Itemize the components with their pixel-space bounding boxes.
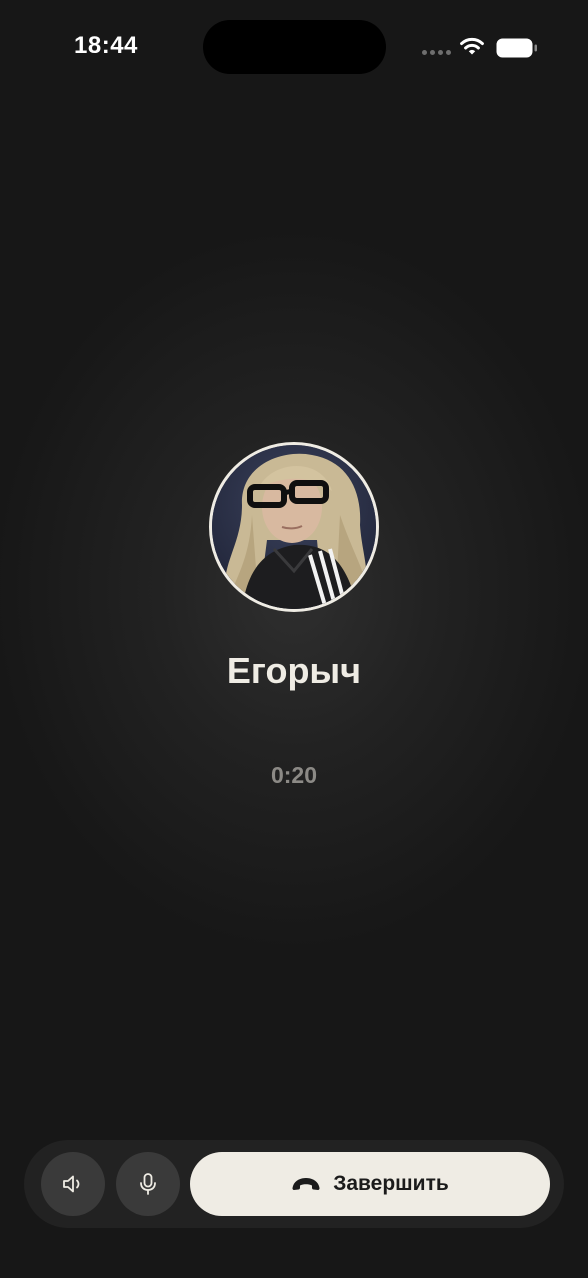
call-screen: 18:44 Егорыч 0:20 Завершить <box>0 0 588 1278</box>
end-call-button[interactable]: Завершить <box>190 1152 550 1216</box>
status-bar: 18:44 <box>0 0 588 96</box>
microphone-button[interactable] <box>116 1152 180 1216</box>
call-duration: 0:20 <box>270 762 318 788</box>
end-call-label: Завершить <box>333 1172 449 1195</box>
microphone-icon <box>140 1173 156 1195</box>
contact-name: Егорыч <box>226 650 362 691</box>
wifi-icon <box>460 37 484 55</box>
phone-hangup-icon <box>292 1178 320 1190</box>
battery-icon <box>496 38 537 58</box>
call-controls-bar: Завершить <box>24 1140 564 1228</box>
contact-avatar <box>209 442 379 612</box>
speaker-icon <box>63 1175 80 1193</box>
status-time: 18:44 <box>74 32 138 59</box>
dynamic-island <box>203 20 386 74</box>
signal-icon <box>422 50 451 55</box>
speaker-button[interactable] <box>41 1152 105 1216</box>
